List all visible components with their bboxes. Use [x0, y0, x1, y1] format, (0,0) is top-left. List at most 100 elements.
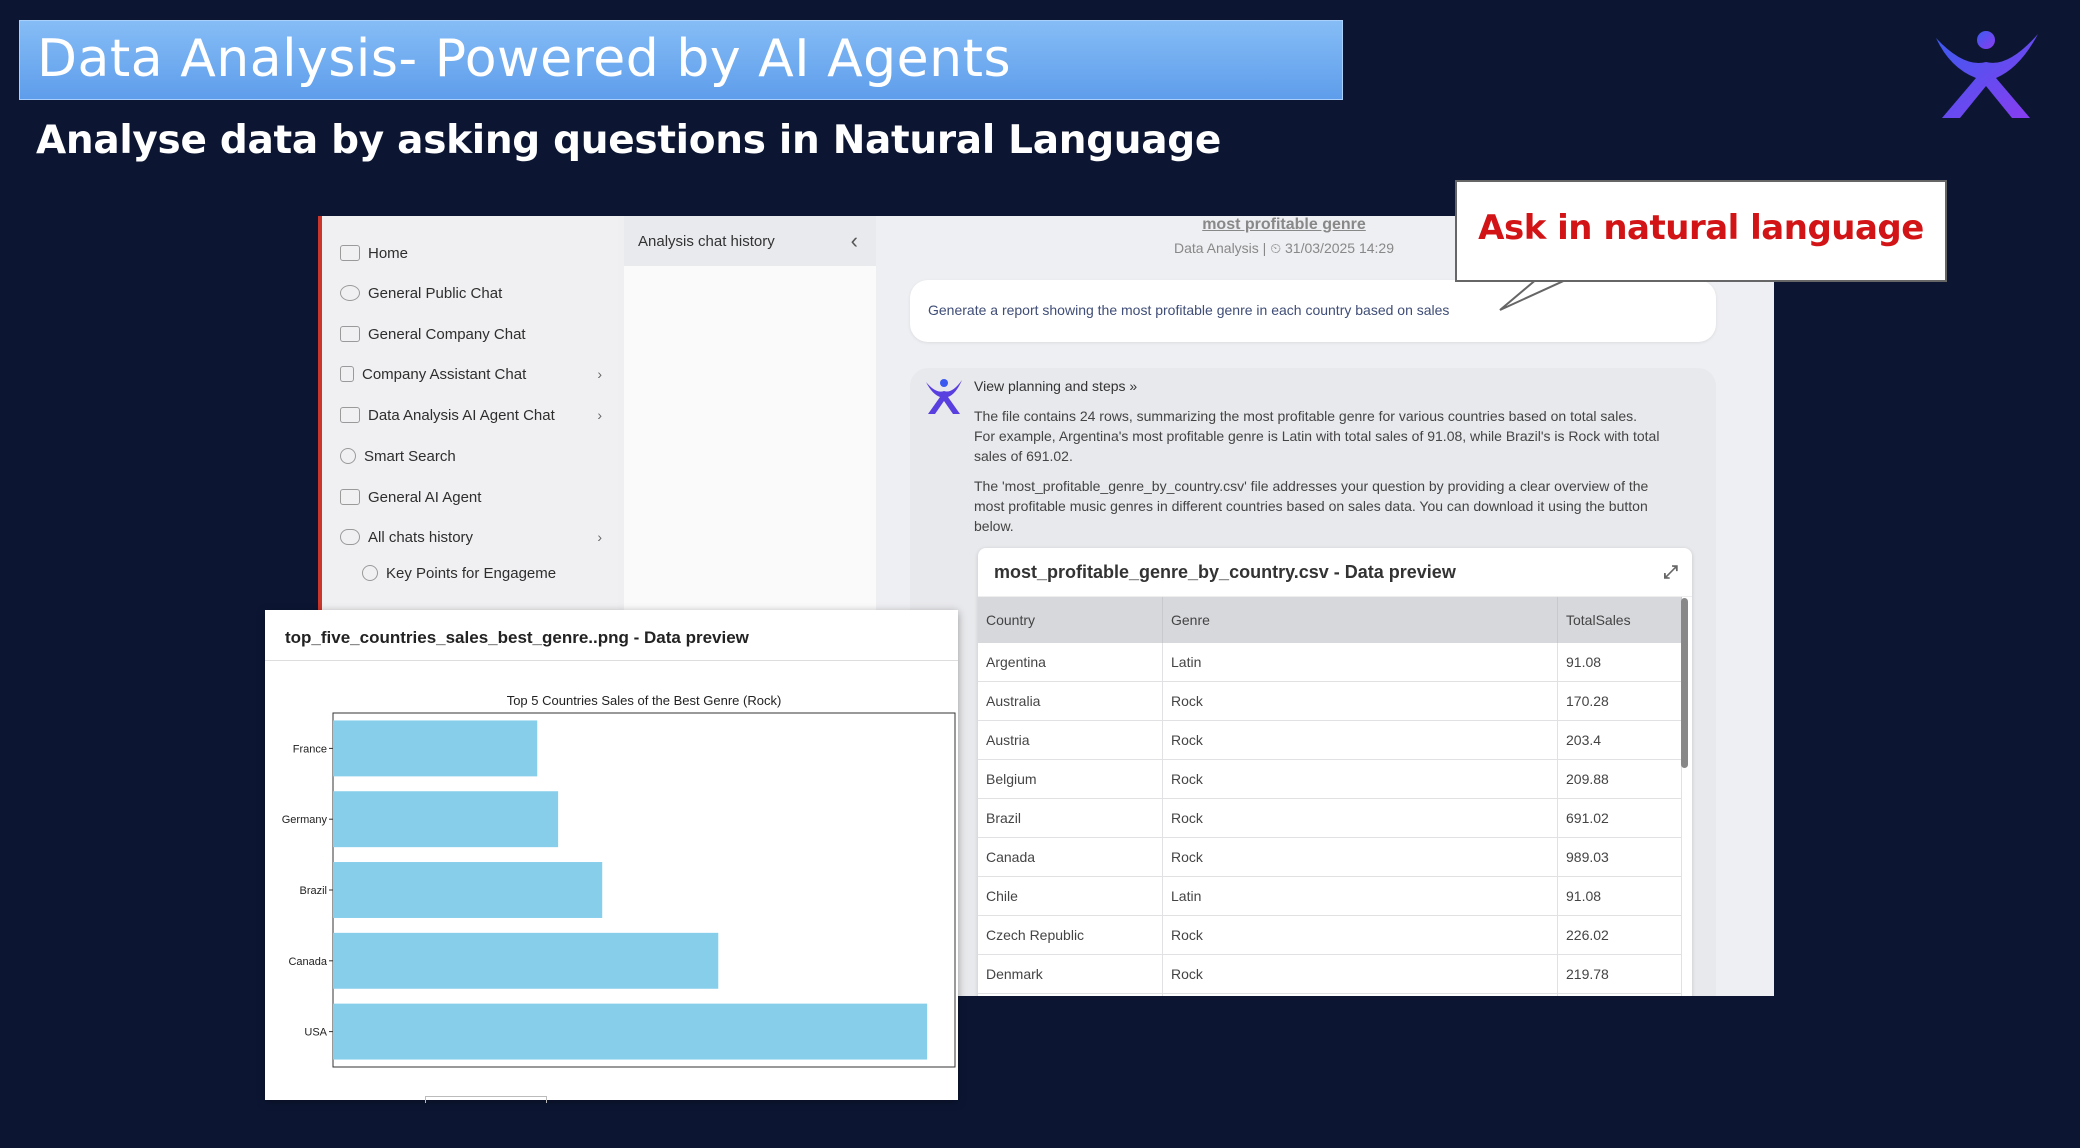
table-row[interactable]: FinlandRock169.29	[978, 993, 1682, 996]
chevron-right-icon[interactable]: ›	[597, 407, 602, 423]
ai-text-line: below.	[974, 518, 1014, 534]
sidebar-item-general-ai-agent[interactable]: General AI Agent	[340, 482, 610, 512]
ai-text-line: The 'most_profitable_genre_by_country.cs…	[974, 478, 1649, 494]
assistant-icon	[340, 366, 354, 382]
collapse-panel-icon[interactable]: ‹	[851, 228, 858, 254]
user-message: Generate a report showing the most profi…	[910, 280, 1716, 342]
csv-preview-header: most_profitable_genre_by_country.csv - D…	[978, 548, 1692, 597]
bar-chart: Top 5 Countries Sales of the Best Genre …	[282, 693, 956, 1068]
chart-preview-title: top_five_countries_sales_best_genre..png…	[285, 628, 749, 647]
sidebar-item-company-assistant-chat[interactable]: Company Assistant Chat ›	[340, 359, 610, 389]
sidebar-item-all-chats-history[interactable]: All chats history ›	[340, 522, 610, 552]
sidebar-item-home[interactable]: Home	[340, 238, 610, 268]
table-cell: Rock	[1162, 720, 1558, 760]
chat-history-header: Analysis chat history ‹	[624, 216, 876, 266]
callout-text: Ask in natural language	[1478, 208, 1924, 248]
sidebar-item-label: Company Assistant Chat	[362, 365, 527, 383]
table-cell: Brazil	[978, 798, 1163, 838]
y-tick-label: France	[293, 743, 327, 755]
table-row[interactable]: Argentina Latin 91.08	[978, 643, 1682, 682]
callout-box: Ask in natural language	[1455, 180, 1947, 282]
table-cell: Finland	[978, 993, 1163, 996]
column-header-country[interactable]: Country	[978, 597, 1163, 643]
y-tick-label: USA	[304, 1027, 327, 1039]
globe-icon	[340, 285, 360, 301]
sidebar-item-smart-search[interactable]: Smart Search	[340, 441, 610, 471]
y-tick-label: Canada	[288, 956, 327, 968]
y-tick-label: Germany	[282, 814, 328, 826]
bar	[333, 791, 559, 848]
table-row[interactable]: Austria Rock 203.4	[978, 720, 1682, 760]
table-row[interactable]: Canada Rock 989.03	[978, 837, 1682, 877]
sidebar-item-label: Data Analysis AI Agent Chat	[368, 406, 555, 424]
table-cell: 989.03	[1557, 837, 1682, 877]
table-cell: Rock	[1162, 954, 1558, 994]
table-row[interactable]: Australia Rock 170.28	[978, 681, 1682, 721]
table-cell: 91.08	[1557, 876, 1682, 916]
table-row[interactable]: Chile Latin 91.08	[978, 876, 1682, 916]
column-header-totalsales[interactable]: TotalSales	[1557, 597, 1682, 643]
ai-text-line: most profitable music genres in differen…	[974, 498, 1648, 514]
chart-preview-card: top_five_countries_sales_best_genre..png…	[265, 610, 958, 1103]
building-icon	[340, 326, 360, 342]
chat-history-title: Analysis chat history	[638, 232, 775, 250]
chevron-right-icon[interactable]: ›	[597, 366, 602, 382]
download-button[interactable]	[425, 1096, 547, 1103]
table-cell: 226.02	[1557, 915, 1682, 955]
table-cell: Rock	[1162, 759, 1558, 799]
table-cell: Rock	[1162, 837, 1558, 877]
sidebar-item-general-public-chat[interactable]: General Public Chat	[340, 278, 610, 308]
table-cell: Czech Republic	[978, 915, 1163, 955]
sidebar-item-label: General AI Agent	[368, 488, 482, 506]
csv-preview-card: most_profitable_genre_by_country.csv - D…	[978, 548, 1692, 996]
bar	[333, 1003, 928, 1060]
search-icon	[340, 448, 356, 464]
callout-tail	[1499, 278, 1570, 311]
bar	[333, 862, 603, 918]
bar	[333, 932, 719, 989]
table-cell: 219.78	[1557, 954, 1682, 994]
table-cell: Australia	[978, 681, 1163, 721]
table-cell: Argentina	[978, 643, 1163, 682]
table-cell: Chile	[978, 876, 1163, 916]
table-cell: Belgium	[978, 759, 1163, 799]
agent-icon	[340, 489, 360, 505]
agent-avatar-icon	[926, 379, 962, 414]
table-cell: 91.08	[1557, 643, 1682, 682]
table-cell: Rock	[1162, 681, 1558, 721]
table-cell: 691.02	[1557, 798, 1682, 838]
sidebar-item-label: Home	[368, 244, 409, 262]
chat-bubble-icon	[362, 565, 378, 581]
sidebar-item-label: General Public Chat	[368, 284, 503, 302]
sidebar-item-data-analysis-agent[interactable]: Data Analysis AI Agent Chat ›	[340, 400, 610, 430]
table-row[interactable]: Denmark Rock 219.78	[978, 954, 1682, 994]
csv-preview-title: most_profitable_genre_by_country.csv - D…	[994, 561, 1456, 582]
expand-icon[interactable]: ⤢	[1664, 562, 1678, 583]
divider	[265, 660, 958, 661]
bar	[333, 720, 538, 777]
column-header-genre[interactable]: Genre	[1162, 597, 1558, 643]
chart-icon	[340, 407, 360, 423]
table-row[interactable]: Brazil Rock 691.02	[978, 798, 1682, 838]
csv-preview-table: Country Genre TotalSales Argentina Latin 9…	[978, 597, 1682, 996]
chevron-right-icon[interactable]: ›	[597, 529, 602, 545]
table-cell: Rock	[1162, 915, 1558, 955]
sidebar-history-item[interactable]: Key Points for Engageme	[362, 558, 562, 588]
sidebar-item-general-company-chat[interactable]: General Company Chat	[340, 319, 610, 349]
table-scrollbar[interactable]	[1681, 598, 1688, 768]
chat-area: most profitable genre Data Analysis | ⏲ …	[876, 216, 1774, 996]
table-cell: Denmark	[978, 954, 1163, 994]
brand-logo-icon	[1936, 31, 2038, 118]
view-planning-link[interactable]: View planning and steps »	[974, 378, 1137, 394]
user-message-text: Generate a report showing the most profi…	[928, 302, 1450, 318]
sidebar-item-label: All chats history	[368, 528, 474, 546]
table-cell: Latin	[1162, 643, 1558, 682]
ai-text-line: sales of 691.02.	[974, 448, 1073, 464]
table-row[interactable]: Belgium Rock 209.88	[978, 759, 1682, 799]
table-cell: Rock	[1162, 798, 1558, 838]
table-row[interactable]: Czech Republic Rock 226.02	[978, 915, 1682, 955]
table-cell: Latin	[1162, 876, 1558, 916]
sidebar-item-label: General Company Chat	[368, 325, 526, 343]
table-cell: Austria	[978, 720, 1163, 760]
slide-title: Data Analysis- Powered by AI Agents	[37, 29, 1012, 89]
